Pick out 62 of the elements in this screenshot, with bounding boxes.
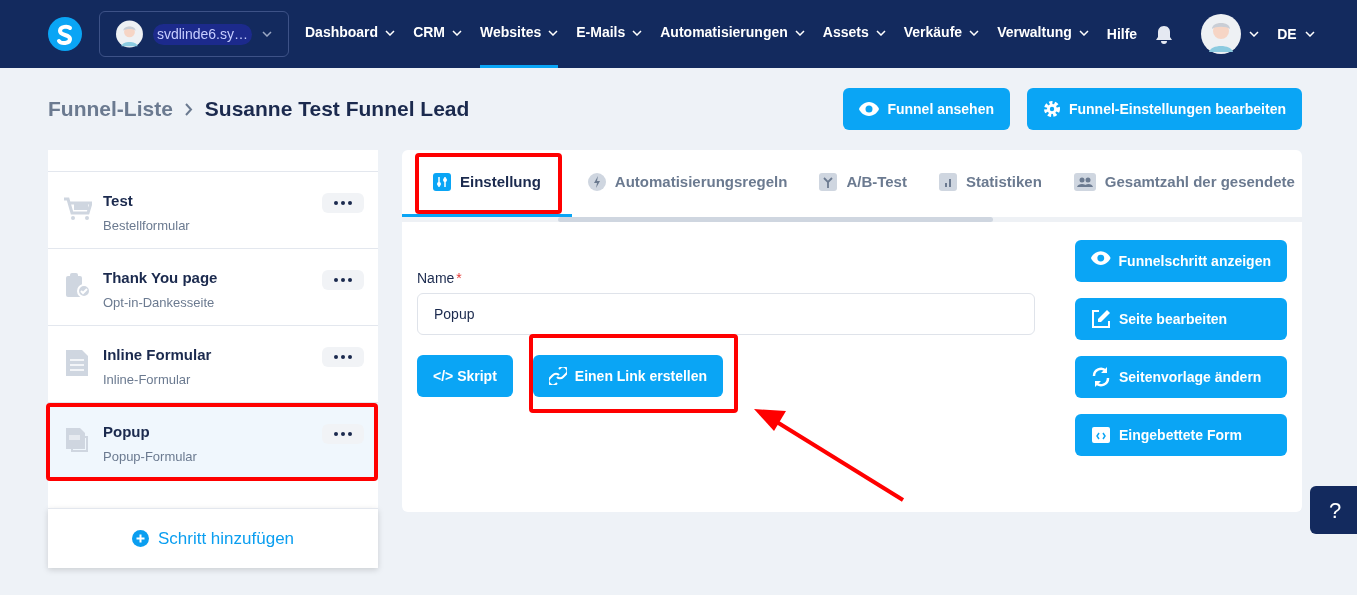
account-name: svdlinde6.sy… [152, 23, 252, 45]
tab[interactable]: A/B-Test [803, 150, 923, 217]
sliders-icon [433, 173, 451, 191]
chevron-down-icon [632, 29, 643, 36]
more-options-button[interactable] [322, 347, 364, 367]
name-input-field[interactable]: Popup [417, 293, 1035, 335]
step-title: Inline Formular [103, 346, 212, 364]
refresh-icon [1091, 367, 1111, 387]
language-selector[interactable]: DE [1277, 23, 1315, 45]
eye-icon [859, 102, 880, 116]
nav-menu-item[interactable]: Websites [480, 0, 559, 68]
edit-icon [1091, 309, 1111, 329]
chevron-down-icon [1304, 31, 1315, 37]
help-button[interactable]: ? [1310, 486, 1357, 534]
chevron-down-icon [262, 31, 272, 37]
more-options-button[interactable] [322, 270, 364, 290]
avatar-icon[interactable] [1201, 14, 1242, 54]
step-type: Bestellformular [103, 217, 190, 235]
nav-menu-item[interactable]: Verwaltung [997, 0, 1089, 68]
tab[interactable]: Statistiken [922, 150, 1058, 217]
code-window-icon [1091, 425, 1111, 445]
step-type: Opt-in-Dankesseite [103, 294, 216, 312]
chevron-down-icon [969, 29, 980, 36]
bolt-icon [587, 173, 606, 191]
nav-menu-item[interactable]: Dashboard [305, 0, 396, 68]
step-type: Inline-Formular [103, 371, 192, 389]
logo-icon[interactable] [48, 17, 82, 51]
chart-icon [938, 173, 957, 191]
step-title: Test [103, 192, 134, 210]
avatar-icon[interactable] [116, 20, 143, 48]
help-link[interactable]: Hilfe [1106, 23, 1138, 45]
nav-menu-item[interactable]: E-Mails [576, 0, 643, 68]
chevron-right-icon [184, 102, 193, 116]
settings-icon [1042, 100, 1061, 118]
users-icon [1073, 173, 1096, 191]
tab[interactable]: Gesamtzahl der gesendete [1057, 150, 1302, 217]
field-label: Name* [417, 269, 463, 288]
chevron-down-icon [385, 29, 396, 36]
step-type: Popup-Formular [103, 448, 197, 466]
plus-circle-icon [131, 530, 149, 547]
nav-menu-item[interactable]: CRM [413, 0, 462, 68]
split-icon [819, 173, 838, 191]
tab[interactable]: Automatisierungsregeln [571, 150, 804, 217]
tab[interactable]: Einstellung [402, 150, 572, 217]
chevron-down-icon [548, 29, 559, 36]
breadcrumb-link[interactable]: Funnel-Liste [48, 93, 173, 125]
account-selector[interactable]: svdlinde6.sy… [99, 11, 289, 57]
more-options-button[interactable] [322, 424, 364, 444]
chevron-down-icon [794, 29, 805, 36]
nav-menu-item[interactable]: Automatisierungen [660, 0, 805, 68]
nav-menu-item[interactable]: Assets [822, 0, 886, 68]
chevron-down-icon [1249, 31, 1260, 37]
step-title: Popup [103, 423, 151, 441]
link-icon [548, 367, 567, 385]
more-options-button[interactable] [322, 193, 364, 213]
nav-menu-item[interactable]: Verkäufe [903, 0, 980, 68]
chevron-down-icon [875, 29, 886, 36]
step-title: Thank You page [103, 269, 218, 287]
chevron-down-icon [452, 29, 462, 36]
chevron-down-icon [1078, 29, 1089, 36]
page-title: Susanne Test Funnel Lead [204, 96, 470, 123]
bell-icon[interactable] [1155, 24, 1174, 44]
